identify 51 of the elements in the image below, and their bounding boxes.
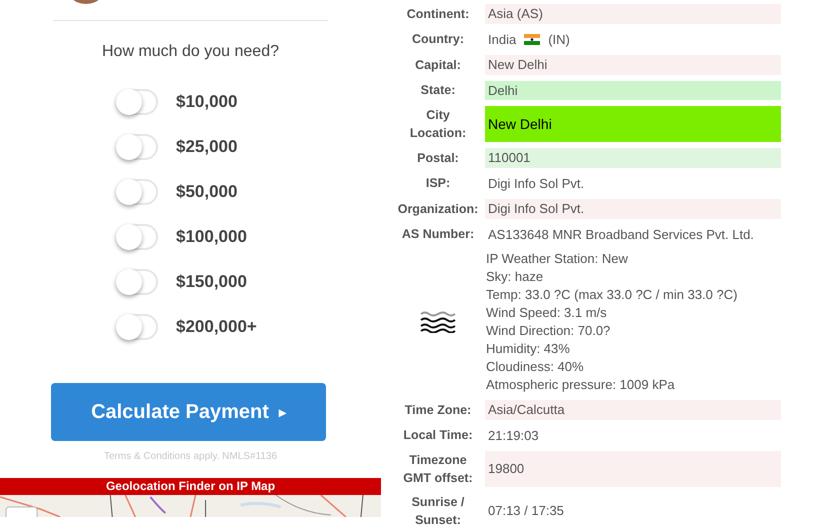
field-value: 21:19:03 xyxy=(487,426,540,444)
field-label: Country: xyxy=(412,31,464,48)
field-value: Digi Info Sol Pvt. xyxy=(487,174,586,193)
toggle-switch[interactable] xyxy=(116,269,158,295)
field-value: Asia/Calcutta xyxy=(485,400,781,420)
field-label: Time Zone: xyxy=(404,402,472,419)
haze-icon xyxy=(420,311,456,333)
field-label: AS Number: xyxy=(402,226,474,244)
field-label: City Location: xyxy=(408,107,468,142)
field-label: Local Time: xyxy=(403,427,473,444)
weather-line: Wind Direction: 70.0? xyxy=(486,322,612,340)
field-value: Delhi xyxy=(485,80,781,100)
field-label: Organization: xyxy=(398,200,478,218)
weather-line: Wind Speed: 3.1 m/s xyxy=(486,304,608,322)
amount-label: $50,000 xyxy=(176,181,238,204)
amount-label: $25,000 xyxy=(176,136,238,158)
map-banner: Geolocation Finder on IP Map xyxy=(0,478,381,495)
weather-line: IP Weather Station: New xyxy=(486,250,629,268)
flag-icon xyxy=(524,34,540,45)
field-label: Capital: xyxy=(415,56,461,74)
toggle-switch[interactable] xyxy=(116,179,158,205)
field-value: 19800 xyxy=(485,451,781,487)
weather-line: Sky: haze xyxy=(486,268,544,286)
field-label: Timezone GMT offset: xyxy=(402,452,474,487)
field-value: Asia (AS) xyxy=(485,4,781,24)
amount-label: $10,000 xyxy=(176,91,238,114)
question-text: How much do you need? xyxy=(101,42,280,62)
amount-label: $200,000+ xyxy=(176,316,257,338)
field-value: India (IN) xyxy=(487,30,571,49)
toggle-switch[interactable] xyxy=(116,224,158,250)
field-label: Sunrise / Sunset: xyxy=(410,494,466,526)
weather-line: Humidity: 43% xyxy=(486,340,571,358)
field-label: ISP: xyxy=(426,175,450,192)
weather-line: Temp: 33.0 ?C (max 33.0 ?C / min 33.0 ?C) xyxy=(486,286,738,304)
weather-line: Atmospheric pressure: 1009 kPa xyxy=(486,376,676,394)
toggle-switch[interactable] xyxy=(116,314,158,340)
field-value: 07:13 / 17:35 xyxy=(487,502,565,520)
field-label: Continent: xyxy=(406,6,470,23)
field-label: State: xyxy=(420,82,456,100)
field-value: 110001 xyxy=(485,148,781,168)
toggle-switch[interactable] xyxy=(116,134,158,160)
field-value: Digi Info Sol Pvt. xyxy=(485,199,781,218)
weather-line: Cloudiness: 40% xyxy=(486,358,585,376)
field-value: AS133648 MNR Broadband Services Pvt. Ltd. xyxy=(487,226,755,244)
calculate-payment-button[interactable]: Calculate Payment ▸ xyxy=(51,383,326,441)
field-value: New Delhi xyxy=(485,55,781,74)
toggle-switch[interactable] xyxy=(116,89,158,115)
amount-label: $100,000 xyxy=(176,226,247,248)
field-value: New Delhi xyxy=(485,106,781,142)
amount-label: $150,000 xyxy=(176,271,247,294)
field-label: Postal: xyxy=(417,150,459,167)
